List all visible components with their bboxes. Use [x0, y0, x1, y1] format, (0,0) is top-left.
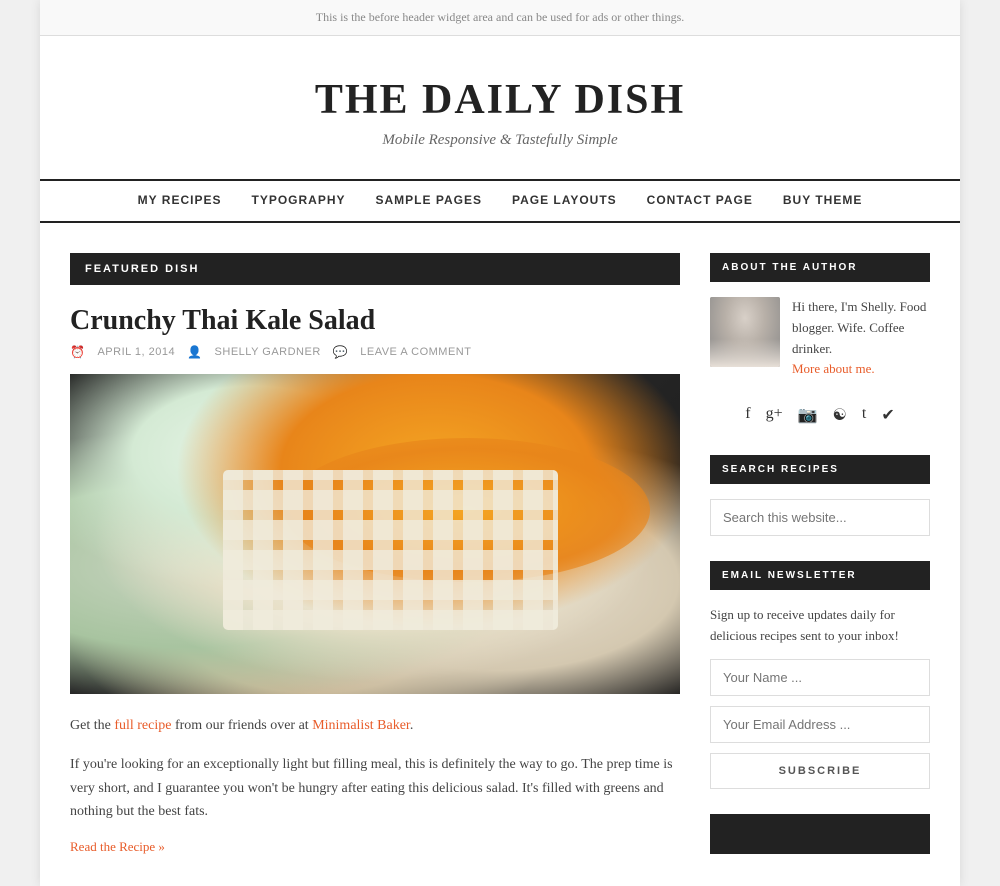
pinterest-icon[interactable]: ☯ [833, 405, 847, 425]
main-content: FEATURED DISH Crunchy Thai Kale Salad ⏰ … [70, 253, 680, 856]
before-header-text: This is the before header widget area an… [316, 10, 685, 24]
nav-item-contact[interactable]: CONTACT PAGE [647, 193, 753, 209]
name-input[interactable] [710, 659, 930, 696]
bottom-sidebar-bar [710, 814, 930, 854]
post-body-intro: Get the full recipe from our friends ove… [70, 714, 680, 738]
social-icons-row: f g+ 📷 ☯ t ✔ [710, 395, 930, 430]
full-recipe-link[interactable]: full recipe [114, 718, 171, 733]
nav-item-sample-pages[interactable]: SAMPLE PAGES [376, 193, 482, 209]
sidebar: ABOUT THE AUTHOR Hi there, I'm Shelly. F… [710, 253, 930, 856]
about-author-heading: ABOUT THE AUTHOR [710, 253, 930, 282]
featured-dish-label: FEATURED DISH [70, 253, 680, 285]
search-recipes-heading: SEARCH RECIPES [710, 455, 930, 484]
read-more-link[interactable]: Read the Recipe » [70, 839, 165, 854]
newsletter-heading: EMAIL NEWSLETTER [710, 561, 930, 590]
newsletter-description: Sign up to receive updates daily for del… [710, 605, 930, 647]
search-input[interactable] [710, 499, 930, 536]
comment-link[interactable]: LEAVE A COMMENT [360, 346, 471, 358]
person-icon: 👤 [187, 345, 202, 359]
before-header-bar: This is the before header widget area an… [40, 0, 960, 36]
subscribe-button[interactable]: SUBSCRIBE [710, 753, 930, 789]
instagram-icon[interactable]: 📷 [798, 405, 818, 425]
facebook-icon[interactable]: f [745, 405, 750, 425]
post-meta: ⏰ APRIL 1, 2014 👤 SHELLY GARDNER 💬 LEAVE… [70, 345, 680, 359]
post-title: Crunchy Thai Kale Salad [70, 305, 680, 337]
post-featured-image [70, 374, 680, 694]
nav-item-typography[interactable]: TYPOGRAPHY [251, 193, 345, 209]
site-tagline: Mobile Responsive & Tastefully Simple [60, 132, 940, 149]
googleplus-icon[interactable]: g+ [766, 405, 783, 425]
tumblr-icon[interactable]: t [862, 405, 866, 425]
author-bio: Hi there, I'm Shelly. Food blogger. Wife… [792, 297, 930, 380]
minimalist-baker-link[interactable]: Minimalist Baker [312, 718, 410, 733]
post-date: APRIL 1, 2014 [97, 346, 175, 358]
author-box: Hi there, I'm Shelly. Food blogger. Wife… [710, 297, 930, 380]
author-more-link[interactable]: More about me. [792, 361, 875, 376]
search-recipes-section: SEARCH RECIPES [710, 455, 930, 536]
email-input[interactable] [710, 706, 930, 743]
nav-item-recipes[interactable]: MY RECIPES [138, 193, 222, 209]
author-image [710, 297, 780, 367]
twitter-icon[interactable]: ✔ [881, 405, 894, 425]
clock-icon: ⏰ [70, 345, 85, 359]
about-author-section: ABOUT THE AUTHOR Hi there, I'm Shelly. F… [710, 253, 930, 430]
salad-photo [70, 374, 680, 694]
post-author: SHELLY GARDNER [215, 346, 321, 358]
site-header: THE DAILY DISH Mobile Responsive & Taste… [40, 36, 960, 179]
content-area: FEATURED DISH Crunchy Thai Kale Salad ⏰ … [40, 223, 960, 886]
email-newsletter-section: EMAIL NEWSLETTER Sign up to receive upda… [710, 561, 930, 789]
nav-item-page-layouts[interactable]: PAGE LAYOUTS [512, 193, 617, 209]
author-photo [710, 297, 780, 367]
site-title: THE DAILY DISH [60, 76, 940, 124]
nav-item-buy-theme[interactable]: BUY THEME [783, 193, 862, 209]
main-navigation: MY RECIPES TYPOGRAPHY SAMPLE PAGES PAGE … [40, 179, 960, 223]
post-body-description: If you're looking for an exceptionally l… [70, 753, 680, 824]
comment-icon: 💬 [333, 345, 348, 359]
